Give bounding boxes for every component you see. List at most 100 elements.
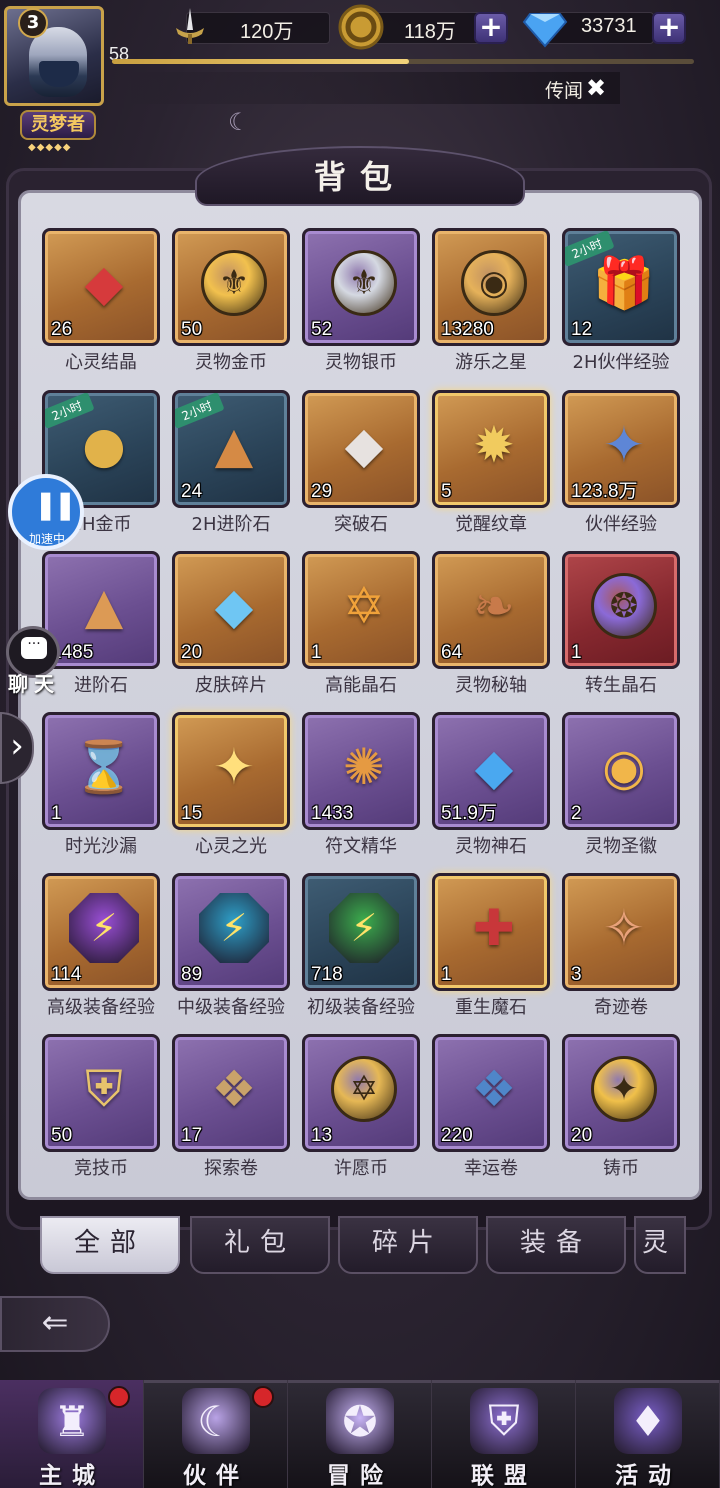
bag-item[interactable]: ▲ 2小时 24 2H进阶石 [172,390,290,535]
exp-star-icon: ✦ [584,405,664,485]
bag-item[interactable]: ❧ 64 灵物秘轴 [432,551,550,696]
bag-item[interactable]: 🎁 2小时 12 2H伙伴经验 [562,228,680,373]
bag-item[interactable]: ⚡ 718 初级装备经验 [302,873,420,1018]
bag-item[interactable]: ◆ 20 皮肤碎片 [172,551,290,696]
item-count: 13 [311,1125,333,1146]
item-name: 奇迹卷 [594,997,648,1018]
bag-item[interactable]: ◆ 26 心灵结晶 [42,228,160,373]
bag-item[interactable]: ◉ 2 灵物圣徽 [562,712,680,857]
legend-close-icon[interactable]: ✖ [586,74,606,102]
item-name: 高能晶石 [325,675,397,696]
nav-label: 冒险 [327,1463,393,1488]
map-scroll-icon-shape: ❖ [211,1060,257,1118]
rebirth-stone-icon-shape: ✚ [473,899,515,957]
nav-item[interactable]: ♜ 主城 [0,1380,144,1488]
bag-item[interactable]: ✡ 1 高能晶石 [302,551,420,696]
item-name: 重生魔石 [455,997,527,1018]
nav-item[interactable]: ♦ 活动 [576,1380,720,1488]
chat-bubble-icon: ··· [21,637,47,659]
spirit-light-icon: ✦ [194,727,274,807]
back-button[interactable]: ⇐ [0,1296,110,1352]
bag-item[interactable]: ✹ 5 觉醒纹章 [432,390,550,535]
item-name: 灵物神石 [455,836,527,857]
energy-crystal-icon-shape: ✡ [343,577,385,635]
item-name: 中级装备经验 [177,997,285,1018]
exp-star-icon-shape: ✦ [603,416,645,474]
advance-stone-icon-shape: ▲ [84,577,124,635]
item-name: 幸运卷 [464,1158,518,1179]
item-tile: ⚜ 50 [172,228,290,346]
awakening-emblem-icon-shape: ✹ [473,416,515,474]
green-bolt-icon-shape: ⚡ [329,893,399,963]
item-count: 89 [181,964,203,985]
item-tile: ✡ 13 [302,1034,420,1152]
item-tile: ❂ 1 [562,551,680,669]
bag-item[interactable]: ⌛ 1 时光沙漏 [42,712,160,857]
nav-item[interactable]: ☾ 伙伴 [144,1380,288,1488]
item-count: 20 [181,642,203,663]
arena-coin-icon-shape: ⛨ [85,1060,123,1118]
ore-pile-icon-shape: ▲ [214,416,254,474]
bag-item[interactable]: ◉ 13280 游乐之星 [432,228,550,373]
bag-item[interactable]: ✚ 1 重生魔石 [432,873,550,1018]
item-name: 突破石 [334,514,388,535]
bag-item[interactable]: ⚡ 114 高级装备经验 [42,873,160,1018]
item-tile: ✹ 5 [432,390,550,508]
bag-item[interactable]: ⚜ 52 灵物银币 [302,228,420,373]
item-count: 13280 [441,319,494,340]
item-tile: ⚡ 718 [302,873,420,991]
bag-item[interactable]: ✡ 13 许愿币 [302,1034,420,1179]
bag-item[interactable]: ✦ 123.8万 伙伴经验 [562,390,680,535]
bag-item[interactable]: ⚜ 50 灵物金币 [172,228,290,373]
notification-dot [252,1386,274,1408]
bag-item[interactable]: ✦ 15 心灵之光 [172,712,290,857]
player-level-badge: 3 [18,8,48,38]
item-tile: ◆ 20 [172,551,290,669]
wish-coin-icon-shape: ✡ [331,1056,397,1122]
rune-essence-icon-shape: ✺ [343,738,385,796]
bag-item[interactable]: ◆ 51.9万 灵物神石 [432,712,550,857]
item-tile: ⚡ 114 [42,873,160,991]
item-tile: ✺ 1433 [302,712,420,830]
spirit-light-icon-shape: ✦ [213,738,255,796]
scroll-icon-shape: ❧ [473,577,515,635]
item-tile: ◉ 2 [562,712,680,830]
speed-up-button[interactable]: ❚❚ 加速中 [8,474,84,550]
skin-shard-icon-shape: ◆ [214,577,254,635]
tab-0[interactable]: 全部 [40,1216,180,1274]
tab-1[interactable]: 礼包 [190,1216,330,1274]
red-crystal-icon-shape: ◆ [84,254,124,312]
item-tile: ✚ 1 [432,873,550,991]
item-name: 灵物圣徽 [585,836,657,857]
item-tile: ✦ 123.8万 [562,390,680,508]
bag-item[interactable]: ❖ 220 幸运卷 [432,1034,550,1179]
nav-item[interactable]: ✪ 冒险 [288,1380,432,1488]
bag-item[interactable]: ❖ 17 探索卷 [172,1034,290,1179]
luck-scroll-icon-shape: ❖ [471,1060,517,1118]
item-tile: ▲ 2小时 24 [172,390,290,508]
bag-item[interactable]: ⛨ 50 竞技币 [42,1034,160,1179]
bag-item[interactable]: ✧ 3 奇迹卷 [562,873,680,1018]
bag-item[interactable]: ✺ 1433 符文精华 [302,712,420,857]
item-name: 2H进阶石 [191,514,271,535]
blue-bolt-icon: ⚡ [194,888,274,968]
bag-item[interactable]: ◆ 29 突破石 [302,390,420,535]
legend-label: 传闻 [545,80,584,102]
item-tile: ◆ 26 [42,228,160,346]
bag-item[interactable]: ❂ 1 转生晶石 [562,551,680,696]
tab-2[interactable]: 碎片 [338,1216,478,1274]
rebirth-orb-icon: ❂ [584,566,664,646]
add-diamond-button[interactable]: + [652,12,686,44]
item-count: 12 [571,319,593,340]
tab-4[interactable]: 灵 [634,1216,686,1274]
bag-item[interactable]: ✦ 20 铸币 [562,1034,680,1179]
item-name: 灵物金币 [195,352,267,373]
tab-3[interactable]: 装备 [486,1216,626,1274]
player-title-badge[interactable]: 灵梦者 [20,110,96,140]
nav-label: 主城 [39,1463,105,1488]
nav-label: 活动 [615,1463,681,1488]
add-gold-button[interactable]: + [474,12,508,44]
nav-item[interactable]: ⛨ 联盟 [432,1380,576,1488]
item-tile: ⛨ 50 [42,1034,160,1152]
bag-item[interactable]: ⚡ 89 中级装备经验 [172,873,290,1018]
